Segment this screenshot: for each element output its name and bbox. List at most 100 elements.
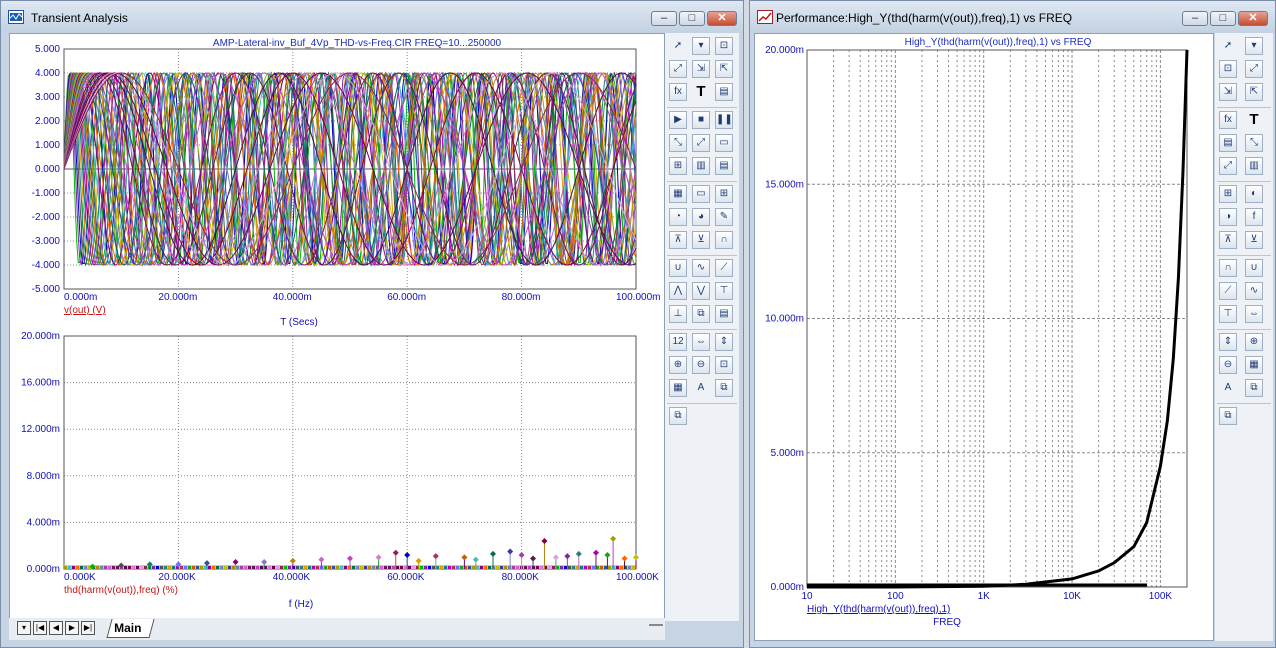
performance-plot-area[interactable]: High_Y(thd(harm(v(out)),freq),1) vs FREQ… (754, 33, 1214, 641)
axis-button[interactable]: ▥ (692, 157, 710, 175)
grid-button[interactable]: ⊞ (1219, 185, 1237, 203)
valley-button[interactable]: ⊻ (692, 231, 710, 249)
print-button[interactable]: ▤ (715, 305, 733, 323)
slope-button[interactable]: ⟋ (715, 259, 733, 277)
zoom-box-button[interactable]: ⊡ (715, 356, 733, 374)
top-button[interactable]: ⊤ (1219, 305, 1237, 323)
zoom-in-button[interactable]: ⇲ (692, 60, 710, 78)
vertical-fit-button[interactable]: ⇕ (715, 333, 733, 351)
low-button[interactable]: ∪ (669, 259, 687, 277)
maximize-scale-button[interactable]: ⤢ (1245, 60, 1263, 78)
data-points-button[interactable]: ◔ (669, 208, 687, 226)
global-high-button[interactable]: ⋀ (669, 282, 687, 300)
tab-last-button[interactable]: ▶| (81, 621, 95, 635)
font-icon: A (1224, 382, 1232, 393)
zoom-minus-button[interactable]: ⊖ (1219, 356, 1237, 374)
pause-button[interactable]: ❚❚ (715, 111, 733, 129)
inflection-button[interactable]: ∿ (1245, 282, 1263, 300)
peak-button[interactable]: ⊼ (669, 231, 687, 249)
vertical-fit-button[interactable]: ⇕ (1219, 333, 1237, 351)
tab-first-button[interactable]: |◀ (33, 621, 47, 635)
close-button[interactable]: ✕ (707, 11, 737, 26)
maximize-button[interactable]: □ (679, 11, 705, 26)
zoom-in-button[interactable]: ⇲ (1219, 83, 1237, 101)
tag-button[interactable]: ▤ (715, 83, 733, 101)
numeric-button[interactable]: 12 (669, 333, 687, 351)
scale-button[interactable]: ⊡ (1219, 60, 1237, 78)
bottom-button[interactable]: ⊥ (669, 305, 687, 323)
point-tag-button[interactable]: ⤡ (669, 134, 687, 152)
text-button[interactable]: T (692, 83, 710, 101)
copy-right-button[interactable]: ⧉ (669, 407, 687, 425)
thd-baseline-marker (500, 566, 503, 569)
select-arrow-button[interactable]: ➚ (669, 37, 687, 55)
data-tag-button[interactable]: ⤢ (1219, 157, 1237, 175)
minor-grid-button[interactable]: ▦ (669, 185, 687, 203)
point-tag-button[interactable]: ⤡ (1245, 134, 1263, 152)
minimize-button[interactable]: – (651, 11, 677, 26)
minimize-button[interactable]: – (1182, 11, 1208, 26)
properties-button[interactable]: ✎ (715, 208, 733, 226)
paste-dropdown-button[interactable]: ▾ (692, 37, 710, 55)
cursor-left-button[interactable]: ◐ (1245, 185, 1263, 203)
tokens-button[interactable]: ◕ (692, 208, 710, 226)
grid-button[interactable]: ⊞ (669, 157, 687, 175)
horizontal-fit-button[interactable]: ⇔ (1245, 305, 1263, 323)
paste-dropdown-button[interactable]: ▾ (1245, 37, 1263, 55)
tab-prev-button[interactable]: ◀ (49, 621, 63, 635)
bold-axis-button[interactable]: ▤ (715, 157, 733, 175)
thd-baseline-marker (340, 566, 343, 569)
valley-button[interactable]: ⊻ (1245, 231, 1263, 249)
copy-left-button[interactable]: ⧉ (1245, 379, 1263, 397)
font-button[interactable]: A (692, 379, 710, 397)
function-button[interactable]: fx (669, 83, 687, 101)
high-button[interactable]: ∩ (715, 231, 733, 249)
copy-left-button[interactable]: ⧉ (715, 379, 733, 397)
tab-next-button[interactable]: ▶ (65, 621, 79, 635)
data-tag-button[interactable]: ⤢ (692, 134, 710, 152)
inflection-button[interactable]: ∿ (692, 259, 710, 277)
performance-titlebar[interactable]: Performance:High_Y(thd(harm(v(out)),freq… (750, 1, 1275, 33)
high-button[interactable]: ∩ (1219, 259, 1237, 277)
zoom-out-button[interactable]: ⇱ (1245, 83, 1263, 101)
function-button[interactable]: fx (1219, 111, 1237, 129)
scale-button[interactable]: ⊡ (715, 37, 733, 55)
tab-dropdown-button[interactable]: ▾ (17, 621, 31, 635)
zoom-plus-button[interactable]: ⊕ (1245, 333, 1263, 351)
maximize-button[interactable]: □ (1210, 11, 1236, 26)
grid-layout-button[interactable]: ▦ (669, 379, 687, 397)
horizontal-fit-button[interactable]: ⇔ (692, 333, 710, 351)
zoom-plus-button[interactable]: ⊕ (669, 356, 687, 374)
transient-plot-area[interactable]: AMP-Lateral-inv_Buf_4Vp_THD-vs-Freq.CIR … (9, 33, 665, 621)
global-low-button[interactable]: ⋁ (692, 282, 710, 300)
thd-baseline-marker (228, 566, 231, 569)
function-f-button[interactable]: f (1245, 208, 1263, 226)
select-arrow-button[interactable]: ➚ (1219, 37, 1237, 55)
thd-baseline-marker (432, 566, 435, 569)
cursor-right-button[interactable]: ◑ (1219, 208, 1237, 226)
copy-button[interactable]: ⧉ (692, 305, 710, 323)
tab-main[interactable]: Main (106, 619, 155, 638)
axis-button[interactable]: ▥ (1245, 157, 1263, 175)
stop-button[interactable]: ■ (692, 111, 710, 129)
close-button[interactable]: ✕ (1238, 11, 1268, 26)
zoom-minus-button[interactable]: ⊖ (692, 356, 710, 374)
slope-button[interactable]: ⟋ (1219, 282, 1237, 300)
low-button[interactable]: ∪ (1245, 259, 1263, 277)
zoom-out-button[interactable]: ⇱ (715, 60, 733, 78)
horizontal-scrollbar[interactable] (649, 624, 663, 626)
top-button[interactable]: ⊤ (715, 282, 733, 300)
copy-right-button[interactable]: ⧉ (1219, 407, 1237, 425)
copy-icon: ⧉ (697, 308, 705, 319)
maximize-scale-button[interactable]: ⤢ (669, 60, 687, 78)
graph-button[interactable]: ▭ (715, 134, 733, 152)
text-button[interactable]: T (1245, 111, 1263, 129)
grid-layout-button[interactable]: ▦ (1245, 356, 1263, 374)
stack-button[interactable]: ⊞ (715, 185, 733, 203)
play-button[interactable]: ▶ (669, 111, 687, 129)
cursor-button[interactable]: ▭ (692, 185, 710, 203)
tag-button[interactable]: ▤ (1219, 134, 1237, 152)
transient-titlebar[interactable]: Transient Analysis – □ ✕ (1, 1, 743, 33)
peak-button[interactable]: ⊼ (1219, 231, 1237, 249)
font-button[interactable]: A (1219, 379, 1237, 397)
